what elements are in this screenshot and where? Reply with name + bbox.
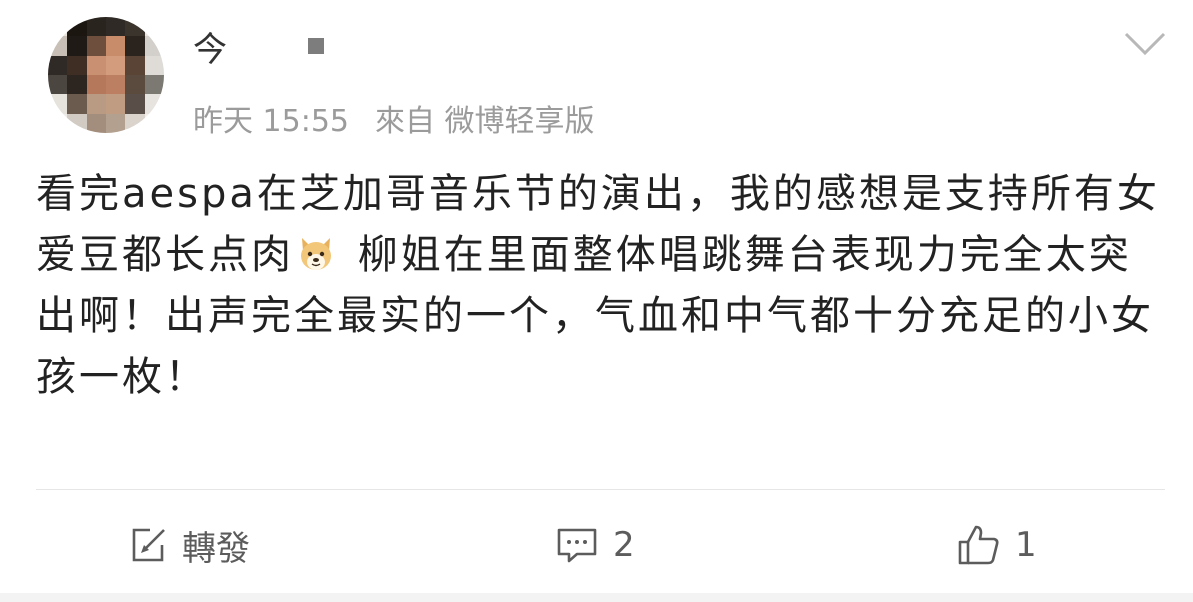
chevron-down-icon[interactable] bbox=[1123, 28, 1167, 58]
thumbs-up-icon bbox=[958, 525, 999, 565]
author-name-mosaic bbox=[308, 38, 326, 54]
weibo-post-card: 今 昨天 15:55 來自 微博轻享版 看完aespa在芝加哥音乐节的演出，我的感… bbox=[0, 0, 1193, 593]
comment-button[interactable]: 2 bbox=[555, 519, 635, 571]
repost-icon bbox=[132, 528, 165, 562]
repost-button[interactable]: 轉發 bbox=[128, 519, 250, 571]
post-source[interactable]: 來自 微博轻享版 bbox=[375, 104, 595, 139]
doge-emoji-icon bbox=[301, 238, 331, 270]
comment-count: 2 bbox=[613, 525, 635, 565]
like-button[interactable]: 1 bbox=[957, 519, 1037, 571]
repost-label: 轉發 bbox=[182, 528, 250, 569]
author-avatar[interactable] bbox=[48, 17, 164, 133]
post-meta: 昨天 15:55 來自 微博轻享版 bbox=[193, 96, 595, 140]
comment-icon bbox=[557, 528, 597, 563]
author-name[interactable]: 今 bbox=[193, 22, 228, 71]
post-time: 昨天 15:55 bbox=[193, 104, 349, 139]
post-text: 看完aespa在芝加哥音乐节的演出，我的感想是支持所有女爱豆都长点肉 柳姐在里面… bbox=[36, 164, 1166, 408]
like-count: 1 bbox=[1015, 525, 1037, 565]
divider bbox=[36, 489, 1165, 490]
